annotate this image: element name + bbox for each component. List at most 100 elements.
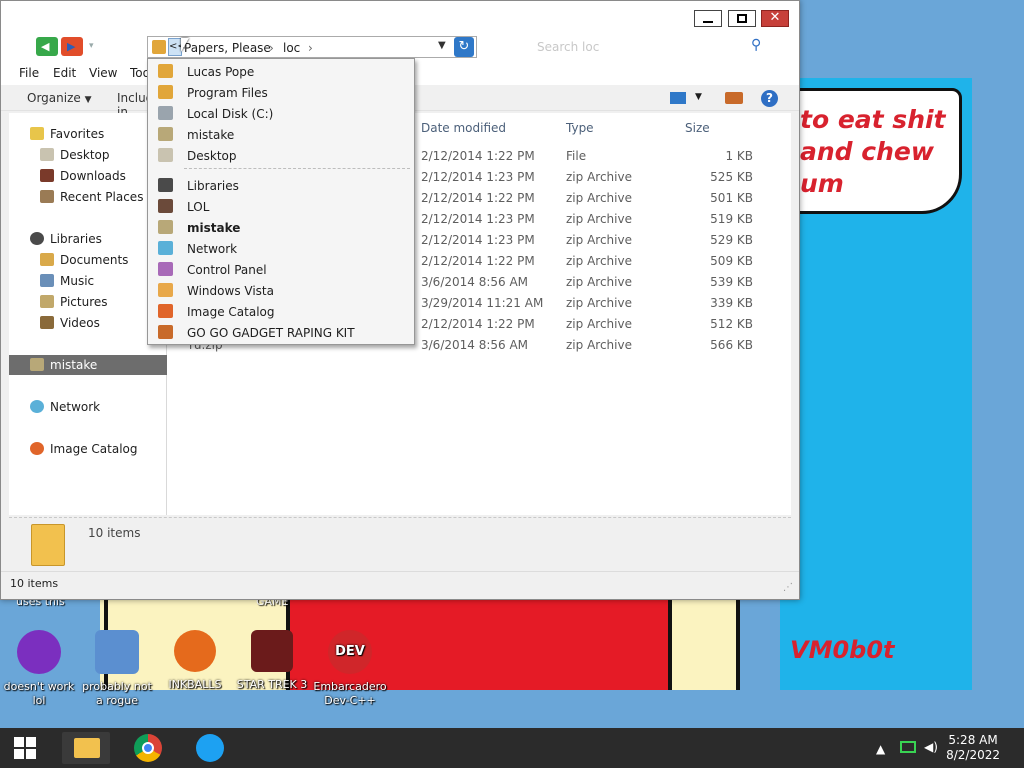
dropdown-separator	[184, 168, 410, 169]
dropdown-item-label: Control Panel	[187, 263, 267, 277]
nav-favorites[interactable]: Favorites	[9, 124, 167, 144]
nav-recent-places[interactable]: Recent Places	[9, 187, 167, 207]
minimize-button[interactable]	[694, 10, 722, 27]
explorer-window: ✕ ◀ ▶ ▾ << Papers, Please › loc › ▼ ↻ Se…	[0, 0, 800, 600]
dropdown-item[interactable]: Program Files	[149, 82, 413, 103]
details-pane: 10 items	[9, 517, 791, 569]
taskbar-clock[interactable]: 5:28 AM 8/2/2022	[946, 733, 1000, 763]
refresh-icon[interactable]: ↻	[454, 37, 474, 57]
dropdown-item-label: Local Disk (C:)	[187, 107, 274, 121]
taskbar-file-explorer[interactable]	[62, 732, 110, 764]
nav-libraries[interactable]: Libraries	[9, 229, 167, 249]
chevron-right-icon[interactable]: ›	[308, 41, 313, 55]
column-header-size[interactable]: Size	[685, 121, 710, 135]
volume-icon[interactable]: ◀)	[924, 740, 938, 768]
preview-pane-icon[interactable]	[725, 92, 743, 104]
dropdown-item[interactable]: Local Disk (C:)	[149, 103, 413, 124]
libraries-icon	[158, 178, 173, 192]
start-button[interactable]	[14, 737, 36, 759]
cell-size: 339 KB	[710, 296, 753, 310]
desktop-icon-label: doesn't work lol	[3, 680, 75, 707]
close-button[interactable]: ✕	[761, 10, 789, 27]
search-icon[interactable]: ⚲	[751, 37, 761, 53]
recent-pages-icon[interactable]: ▾	[89, 41, 94, 51]
cell-date: 2/12/2014 1:23 PM	[421, 233, 535, 247]
nav-network[interactable]: Network	[9, 397, 167, 417]
network-status-icon[interactable]	[900, 741, 916, 753]
dropdown-item[interactable]: GO GO GADGET RAPING KIT	[149, 322, 413, 343]
wallpaper-stroke	[736, 598, 740, 690]
taskbar-twitter[interactable]	[186, 732, 234, 764]
nav-label: Pictures	[60, 295, 108, 309]
file-explorer-icon	[74, 738, 100, 758]
search-box[interactable]: Search loc ⚲	[529, 36, 773, 58]
cell-type: zip Archive	[566, 317, 632, 331]
column-header-date[interactable]: Date modified	[421, 121, 506, 135]
desktop-icon-devcpp[interactable]: DEV Embarcadero Dev-C++	[311, 630, 389, 708]
desktop-icon-star-trek[interactable]: STAR TREK 3	[233, 630, 311, 692]
breadcrumb-segment[interactable]: loc	[283, 41, 300, 55]
nav-image-catalog[interactable]: Image Catalog	[9, 439, 167, 459]
image-catalog-icon	[30, 442, 44, 455]
desktop-icon-yahoo[interactable]: doesn't work lol	[0, 630, 78, 708]
dropdown-item[interactable]: Image Catalog	[149, 301, 413, 322]
change-view-icon[interactable]	[670, 92, 686, 104]
address-bar[interactable]: << Papers, Please › loc › ▼	[147, 36, 477, 58]
dropdown-item-label: Lucas Pope	[187, 65, 255, 79]
cell-type: zip Archive	[566, 254, 632, 268]
nav-desktop[interactable]: Desktop	[9, 145, 167, 165]
address-history-dropdown-icon[interactable]: ▼	[438, 40, 446, 51]
dropdown-item[interactable]: Windows Vista	[149, 280, 413, 301]
view-options-dropdown-icon[interactable]: ▼	[695, 92, 702, 102]
dropdown-item[interactable]: mistake	[149, 124, 413, 145]
nav-label: Music	[60, 274, 95, 288]
dropdown-item-label: mistake	[187, 221, 241, 235]
minimize-icon	[703, 21, 713, 23]
breadcrumb-overflow-menu: Lucas Pope Program Files Local Disk (C:) mi…	[147, 58, 415, 345]
dropdown-item[interactable]: Libraries	[149, 175, 413, 196]
nav-documents[interactable]: Documents	[9, 250, 167, 270]
menu-tools[interactable]: Tools	[130, 66, 147, 80]
dropdown-item[interactable]: mistake	[149, 217, 413, 238]
back-button[interactable]: ◀	[36, 37, 58, 56]
dropdown-item[interactable]: Control Panel	[149, 259, 413, 280]
breadcrumb-overflow-button[interactable]: <<	[168, 38, 186, 56]
resize-grip-icon[interactable]: ⋰	[783, 582, 793, 593]
dropdown-item[interactable]: Desktop	[149, 145, 413, 166]
clock-time: 5:28 AM	[948, 733, 998, 747]
gears-program-icon	[95, 630, 139, 674]
desktop-icon-rogue[interactable]: probably not a rogue	[78, 630, 156, 708]
back-arrow-icon: ◀	[41, 40, 50, 53]
menu-file[interactable]: File	[19, 66, 39, 80]
folder-icon	[152, 40, 166, 54]
desktop-icon-inkballs[interactable]: INKBALLS	[156, 630, 234, 692]
nav-label: Network	[50, 400, 101, 414]
menu-view[interactable]: View	[89, 66, 117, 80]
tray-show-hidden-icon[interactable]: ▲	[876, 742, 885, 768]
cell-date: 3/29/2014 11:21 AM	[421, 296, 544, 310]
title-bar[interactable]: ✕	[1, 1, 799, 31]
taskbar-chrome[interactable]	[124, 732, 172, 764]
dropdown-item[interactable]: LOL	[149, 196, 413, 217]
drive-icon	[158, 106, 173, 120]
forward-button[interactable]: ▶	[61, 37, 83, 56]
dropdown-item[interactable]: Lucas Pope	[149, 61, 413, 82]
menu-edit[interactable]: Edit	[53, 66, 76, 80]
nav-music[interactable]: Music	[9, 271, 167, 291]
dropdown-item-label: LOL	[187, 200, 210, 214]
breadcrumb-segment[interactable]: Papers, Please	[184, 41, 271, 55]
organize-button[interactable]: Organize ▼	[27, 91, 92, 105]
dropdown-item-label: Windows Vista	[187, 284, 274, 298]
star-wars-game-icon	[251, 630, 293, 672]
nav-videos[interactable]: Videos	[9, 313, 167, 333]
chevron-right-icon[interactable]: ›	[269, 41, 274, 55]
dropdown-item[interactable]: Network	[149, 238, 413, 259]
column-header-type[interactable]: Type	[566, 121, 594, 135]
help-icon[interactable]: ?	[761, 90, 778, 107]
nav-downloads[interactable]: Downloads	[9, 166, 167, 186]
close-icon: ✕	[769, 10, 781, 25]
nav-mistake[interactable]: mistake	[9, 355, 167, 375]
chrome-icon	[134, 734, 162, 762]
maximize-button[interactable]	[728, 10, 756, 27]
nav-pictures[interactable]: Pictures	[9, 292, 167, 312]
